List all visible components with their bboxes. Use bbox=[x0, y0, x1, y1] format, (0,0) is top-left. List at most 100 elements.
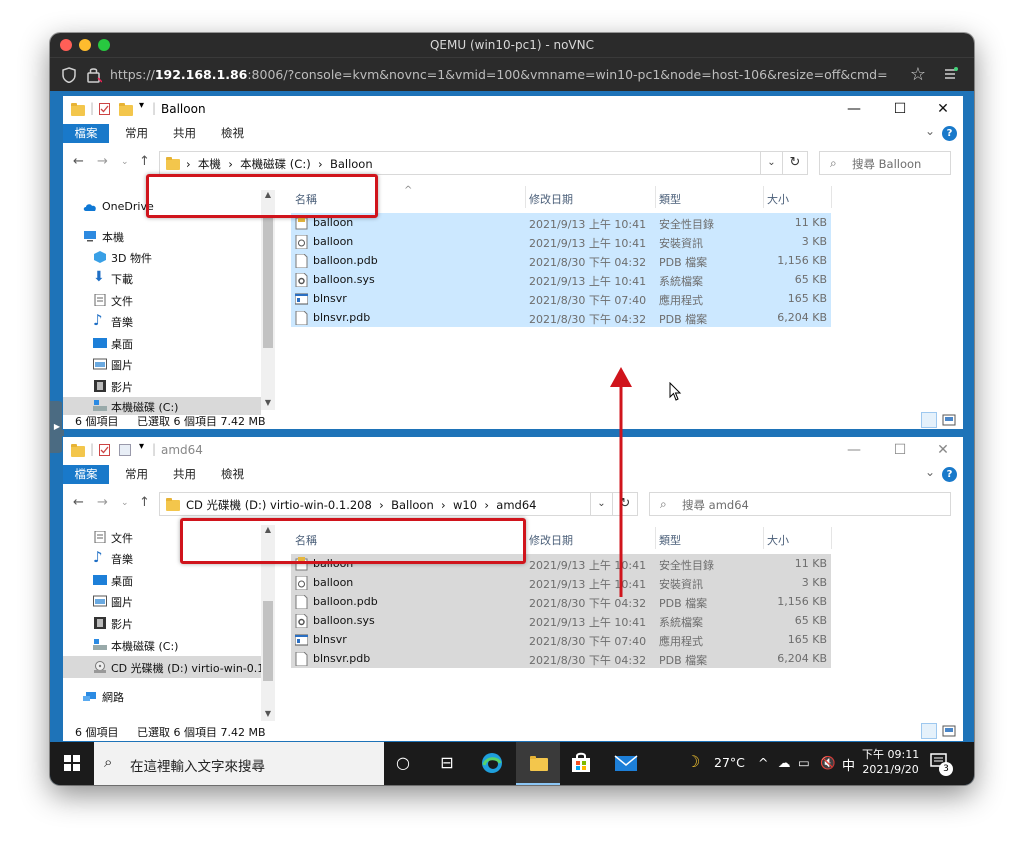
column-size-header[interactable]: 大小 bbox=[767, 191, 789, 207]
address-bar[interactable]: CD 光碟機 (D:) virtio-win-0.1.208 › Balloon… bbox=[159, 492, 591, 516]
table-row[interactable]: balloon.sys 2021/9/13 上午 10:41 系統檔案 65 KB bbox=[291, 611, 831, 630]
recent-locations-chevron-icon[interactable]: ⌄ bbox=[121, 157, 129, 167]
quick-access-dropdown-icon[interactable]: ▾ bbox=[139, 100, 144, 111]
scroll-down-arrow-icon[interactable]: ▼ bbox=[261, 398, 275, 407]
breadcrumb-item[interactable]: 本機 bbox=[198, 157, 221, 171]
search-input[interactable]: ⌕ 搜尋 Balloon bbox=[819, 151, 951, 175]
new-folder-icon[interactable] bbox=[119, 444, 131, 456]
refresh-icon[interactable]: ↻ bbox=[782, 151, 808, 175]
store-bag-icon[interactable] bbox=[570, 752, 592, 774]
table-row[interactable]: balloon 2021/9/13 上午 10:41 安裝資訊 3 KB bbox=[291, 573, 831, 592]
breadcrumb-item[interactable]: w10 bbox=[453, 498, 477, 512]
tab-share[interactable]: 共用 bbox=[173, 125, 196, 141]
column-date-header[interactable]: 修改日期 bbox=[529, 532, 573, 548]
help-icon[interactable]: ? bbox=[942, 467, 957, 482]
taskbar-clock[interactable]: 下午 09:11 2021/9/20 bbox=[862, 747, 919, 777]
table-row[interactable]: balloon.pdb 2021/8/30 下午 04:32 PDB 檔案 1,156… bbox=[291, 592, 831, 611]
volume-muted-icon[interactable]: 🔇 bbox=[820, 755, 836, 771]
nav-item-cd-drive-d[interactable]: CD 光碟機 (D:) virtio-win-0.1.2 bbox=[63, 656, 275, 678]
minimize-button[interactable]: — bbox=[843, 99, 865, 119]
maximize-button[interactable]: ☐ bbox=[889, 99, 911, 119]
breadcrumb-item[interactable]: amd64 bbox=[496, 498, 536, 512]
nav-item-this-pc[interactable]: 本機 bbox=[63, 226, 261, 247]
nav-item-desktop[interactable]: 桌面 bbox=[63, 333, 261, 354]
help-icon[interactable]: ? bbox=[942, 126, 957, 141]
close-button[interactable]: ✕ bbox=[932, 440, 954, 460]
maximize-button[interactable]: ☐ bbox=[889, 440, 911, 460]
table-row[interactable]: balloon.sys 2021/9/13 上午 10:41 系統檔案 65 KB bbox=[291, 270, 831, 289]
table-row[interactable]: balloon.pdb 2021/8/30 下午 04:32 PDB 檔案 1,156… bbox=[291, 251, 831, 270]
breadcrumb-item[interactable]: Balloon bbox=[330, 157, 373, 171]
address-dropdown-chevron-icon[interactable]: ⌄ bbox=[761, 151, 783, 175]
cortana-circle-icon[interactable]: ○ bbox=[390, 750, 416, 776]
table-row[interactable]: blnsvr.pdb 2021/8/30 下午 04:32 PDB 檔案 6,204 … bbox=[291, 649, 831, 668]
tab-view[interactable]: 檢視 bbox=[221, 466, 244, 482]
table-row[interactable]: balloon 2021/9/13 上午 10:41 安裝資訊 3 KB bbox=[291, 232, 831, 251]
task-view-icon[interactable]: ⊟ bbox=[434, 750, 460, 776]
mail-icon[interactable] bbox=[614, 752, 638, 774]
url-text[interactable]: https://192.168.1.86:8006/?console=kvm&n… bbox=[110, 67, 888, 82]
scroll-thumb[interactable] bbox=[263, 601, 273, 681]
file-explorer-taskbar-button[interactable] bbox=[516, 742, 560, 785]
nav-item-desktop[interactable]: 桌面 bbox=[63, 570, 261, 591]
close-button[interactable]: ✕ bbox=[932, 99, 954, 119]
breadcrumb-item[interactable]: CD 光碟機 (D:) virtio-win-0.1.208 bbox=[186, 498, 372, 512]
ribbon-expand-chevron-icon[interactable]: ⌄ bbox=[925, 124, 935, 138]
taskbar-search-box[interactable]: ⌕ 在這裡輸入文字來搜尋 bbox=[94, 742, 384, 785]
forward-arrow-icon[interactable]: → bbox=[97, 154, 108, 169]
back-arrow-icon[interactable]: ← bbox=[73, 495, 84, 510]
scroll-thumb[interactable] bbox=[263, 218, 273, 348]
tray-overflow-chevron-icon[interactable]: ^ bbox=[758, 755, 768, 770]
nav-item-pictures[interactable]: 圖片 bbox=[63, 354, 261, 375]
minimize-button[interactable]: — bbox=[843, 440, 865, 460]
tab-file[interactable]: 檔案 bbox=[63, 124, 109, 143]
edge-browser-icon[interactable] bbox=[480, 751, 504, 775]
windows-start-icon[interactable] bbox=[64, 755, 80, 771]
breadcrumb-item[interactable]: Balloon bbox=[391, 498, 434, 512]
table-row[interactable]: blnsvr 2021/8/30 下午 07:40 應用程式 165 KB bbox=[291, 289, 831, 308]
quick-access-dropdown-icon[interactable]: ▾ bbox=[139, 441, 144, 452]
large-icons-view-icon[interactable] bbox=[941, 412, 957, 428]
onedrive-tray-icon[interactable]: ☁ bbox=[778, 755, 791, 770]
nav-pane-scrollbar[interactable]: ▲ ▼ bbox=[261, 190, 275, 410]
hamburger-menu-icon[interactable] bbox=[944, 67, 958, 81]
nav-item-pictures[interactable]: 圖片 bbox=[63, 591, 261, 612]
new-folder-icon[interactable] bbox=[119, 103, 133, 116]
ime-indicator[interactable]: 中 bbox=[842, 755, 855, 774]
column-size-header[interactable]: 大小 bbox=[767, 532, 789, 548]
scroll-down-arrow-icon[interactable]: ▼ bbox=[261, 709, 275, 718]
properties-check-icon[interactable] bbox=[99, 444, 110, 456]
nav-item-music[interactable]: ♪ 音樂 bbox=[63, 311, 261, 332]
notification-center-icon[interactable]: 3 bbox=[930, 752, 954, 776]
large-icons-view-icon[interactable] bbox=[941, 723, 957, 739]
network-tray-icon[interactable]: ▭ bbox=[798, 755, 810, 770]
nav-item-documents[interactable]: 文件 bbox=[63, 290, 261, 311]
weather-moon-icon[interactable]: ☽ bbox=[686, 752, 700, 771]
column-date-header[interactable]: 修改日期 bbox=[529, 191, 573, 207]
forward-arrow-icon[interactable]: → bbox=[97, 495, 108, 510]
lock-icon[interactable] bbox=[86, 66, 102, 84]
nav-item-network[interactable]: 網路 bbox=[63, 686, 261, 707]
back-arrow-icon[interactable]: ← bbox=[73, 154, 84, 169]
bookmark-star-icon[interactable]: ☆ bbox=[910, 64, 926, 85]
breadcrumb-item[interactable]: 本機磁碟 (C:) bbox=[240, 157, 311, 171]
up-arrow-icon[interactable]: ↑ bbox=[139, 154, 150, 169]
tab-home[interactable]: 常用 bbox=[125, 466, 148, 482]
column-type-header[interactable]: 類型 bbox=[659, 532, 681, 548]
table-row[interactable]: blnsvr 2021/8/30 下午 07:40 應用程式 165 KB bbox=[291, 630, 831, 649]
recent-locations-chevron-icon[interactable]: ⌄ bbox=[121, 498, 129, 508]
up-arrow-icon[interactable]: ↑ bbox=[139, 495, 150, 510]
nav-item-local-disk-c[interactable]: 本機磁碟 (C:) bbox=[63, 635, 261, 656]
nav-item-downloads[interactable]: ⬇ 下載 bbox=[63, 268, 261, 289]
nav-item-videos[interactable]: 影片 bbox=[63, 613, 261, 634]
url-bar[interactable]: https://192.168.1.86:8006/?console=kvm&n… bbox=[50, 57, 974, 91]
details-view-icon[interactable] bbox=[921, 723, 937, 739]
tab-file[interactable]: 檔案 bbox=[63, 465, 109, 484]
column-type-header[interactable]: 類型 bbox=[659, 191, 681, 207]
nav-item-videos[interactable]: 影片 bbox=[63, 376, 261, 397]
properties-check-icon[interactable] bbox=[99, 103, 110, 115]
weather-temperature[interactable]: 27°C bbox=[714, 755, 745, 770]
tab-view[interactable]: 檢視 bbox=[221, 125, 244, 141]
search-input[interactable]: ⌕ 搜尋 amd64 bbox=[649, 492, 951, 516]
tab-home[interactable]: 常用 bbox=[125, 125, 148, 141]
